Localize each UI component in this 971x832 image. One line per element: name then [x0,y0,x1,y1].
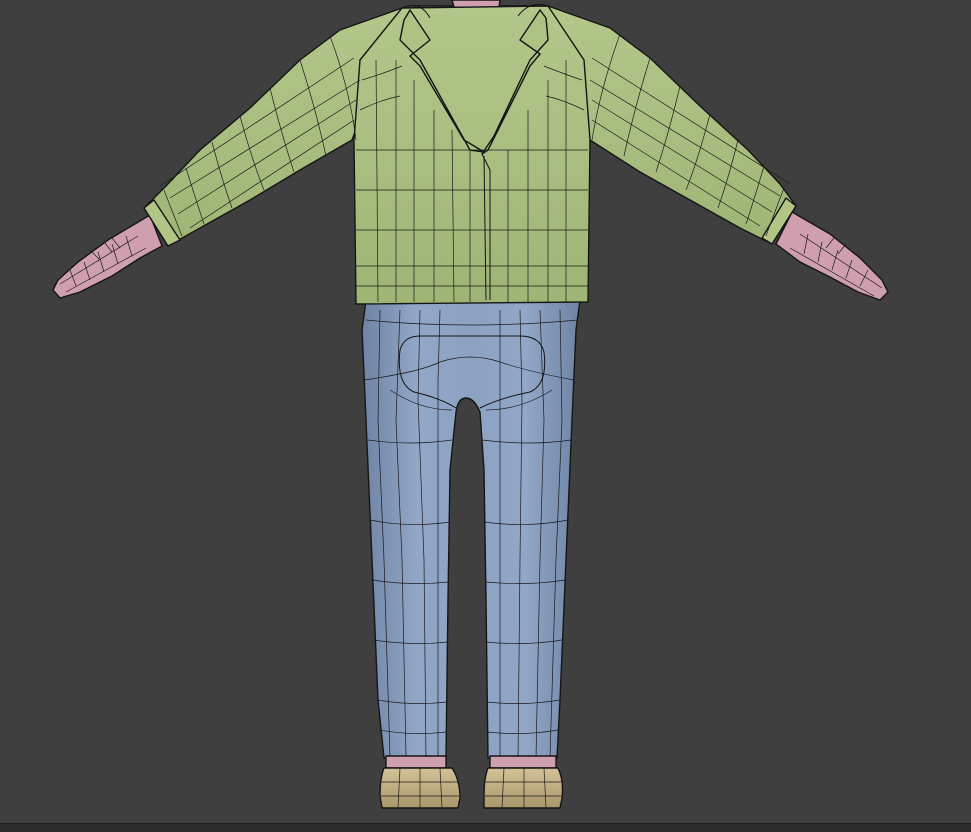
shoes [379,767,564,809]
character-mesh [52,0,889,809]
pants [361,299,581,759]
right-hand [775,211,889,301]
3d-viewport[interactable] [0,0,971,823]
jacket [143,3,797,305]
socks [385,755,557,769]
left-hand [52,214,163,299]
